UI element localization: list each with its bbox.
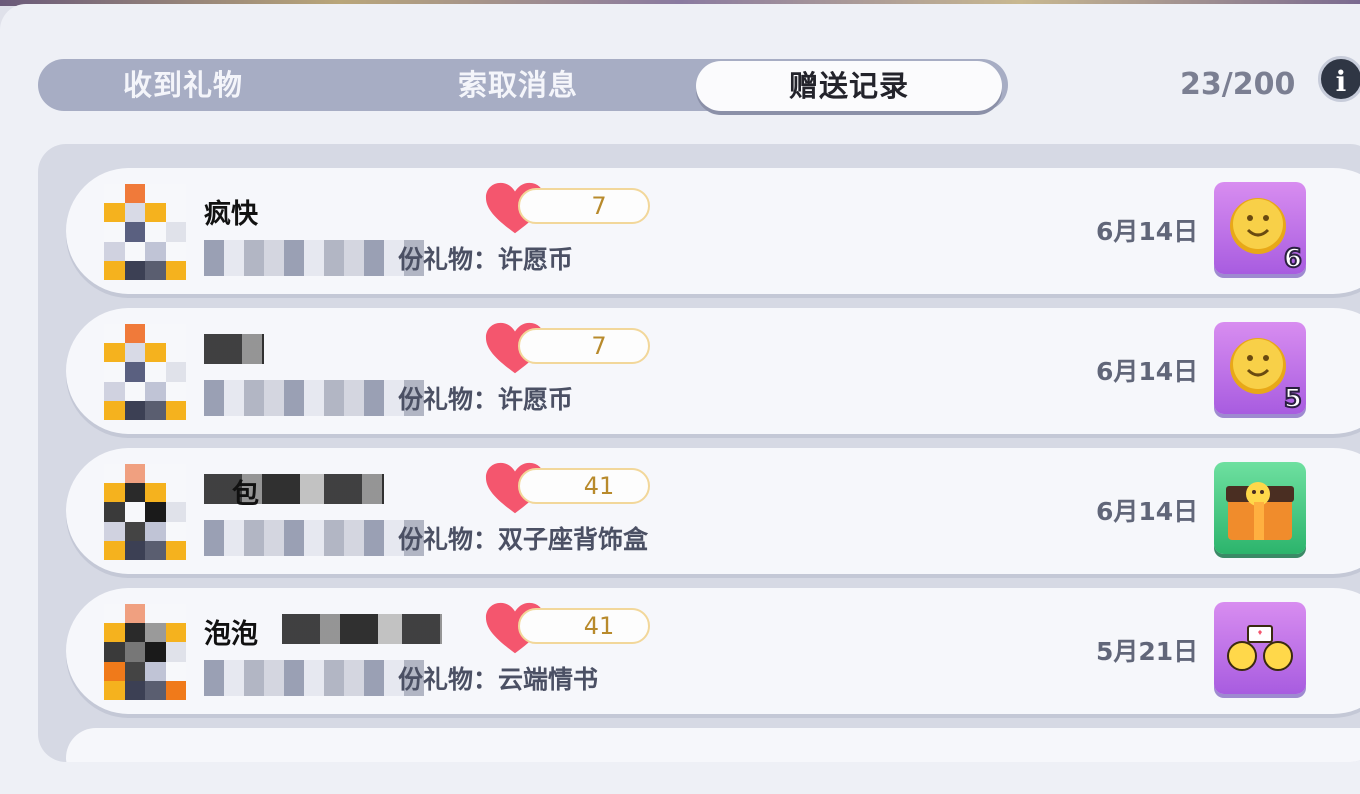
record-row[interactable]: 泡泡 份礼物：云端情书 41 5月21日 (66, 588, 1360, 714)
avatar[interactable] (104, 604, 186, 700)
sender-name: 泡泡 (204, 619, 258, 650)
blurred-subtitle (204, 520, 424, 556)
gift-quantity: 6 (1283, 243, 1303, 275)
heart-count: 7 (518, 328, 650, 364)
record-date: 6月14日 (1096, 217, 1199, 246)
heart-count: 41 (518, 608, 650, 644)
gift-description: 份礼物：双子座背饰盒 (398, 525, 649, 554)
heart-count: 41 (518, 468, 650, 504)
gift-description: 份礼物：许愿币 (398, 385, 574, 414)
love-letter-icon[interactable] (1214, 602, 1306, 694)
records-list[interactable]: 疯快 份礼物：许愿币 7 6月14日 6 份礼物：许愿币 7 6月14日 5 包… (38, 144, 1360, 762)
record-date: 5月21日 (1096, 637, 1199, 666)
tab-received-gifts[interactable]: 收到礼物 (38, 59, 328, 111)
heart-count: 7 (518, 188, 650, 224)
blurred-subtitle (204, 240, 424, 276)
gift-quantity: 5 (1283, 383, 1303, 415)
blurred-subtitle (204, 380, 424, 416)
sender-name: 包 (232, 479, 259, 510)
record-row[interactable]: 包 份礼物：双子座背饰盒 41 6月14日 (66, 448, 1360, 574)
letter-icon (1227, 625, 1293, 671)
avatar[interactable] (104, 464, 186, 560)
blurred-name (282, 614, 442, 644)
tab-request-messages[interactable]: 索取消息 (368, 59, 668, 111)
avatar[interactable] (104, 184, 186, 280)
blurred-name (204, 334, 264, 364)
gift-box-icon[interactable] (1214, 462, 1306, 554)
box-icon (1226, 482, 1294, 540)
record-counter: 23/200 (1180, 67, 1296, 102)
record-row[interactable]: 份礼物：许愿币 7 6月14日 5 (66, 308, 1360, 434)
sender-name: 疯快 (204, 199, 258, 230)
info-icon[interactable]: i (1318, 56, 1360, 102)
blurred-subtitle (204, 660, 424, 696)
gift-records-panel: 收到礼物 索取消息 赠送记录 23/200 i 疯快 份礼物：许愿币 7 6月1… (0, 4, 1360, 794)
record-date: 6月14日 (1096, 357, 1199, 386)
gift-description: 份礼物：许愿币 (398, 245, 574, 274)
blurred-name (204, 474, 384, 504)
tab-bar: 收到礼物 索取消息 赠送记录 (38, 59, 1008, 111)
gift-description: 份礼物：云端情书 (398, 665, 599, 694)
wish-coin-icon[interactable]: 5 (1214, 322, 1306, 415)
avatar[interactable] (104, 324, 186, 420)
record-date: 6月14日 (1096, 497, 1199, 526)
tab-sent-records[interactable]: 赠送记录 (696, 61, 1002, 111)
record-row[interactable]: 疯快 份礼物：许愿币 7 6月14日 6 (66, 168, 1360, 294)
record-row-partial[interactable] (66, 728, 1360, 762)
wish-coin-icon[interactable]: 6 (1214, 182, 1306, 275)
